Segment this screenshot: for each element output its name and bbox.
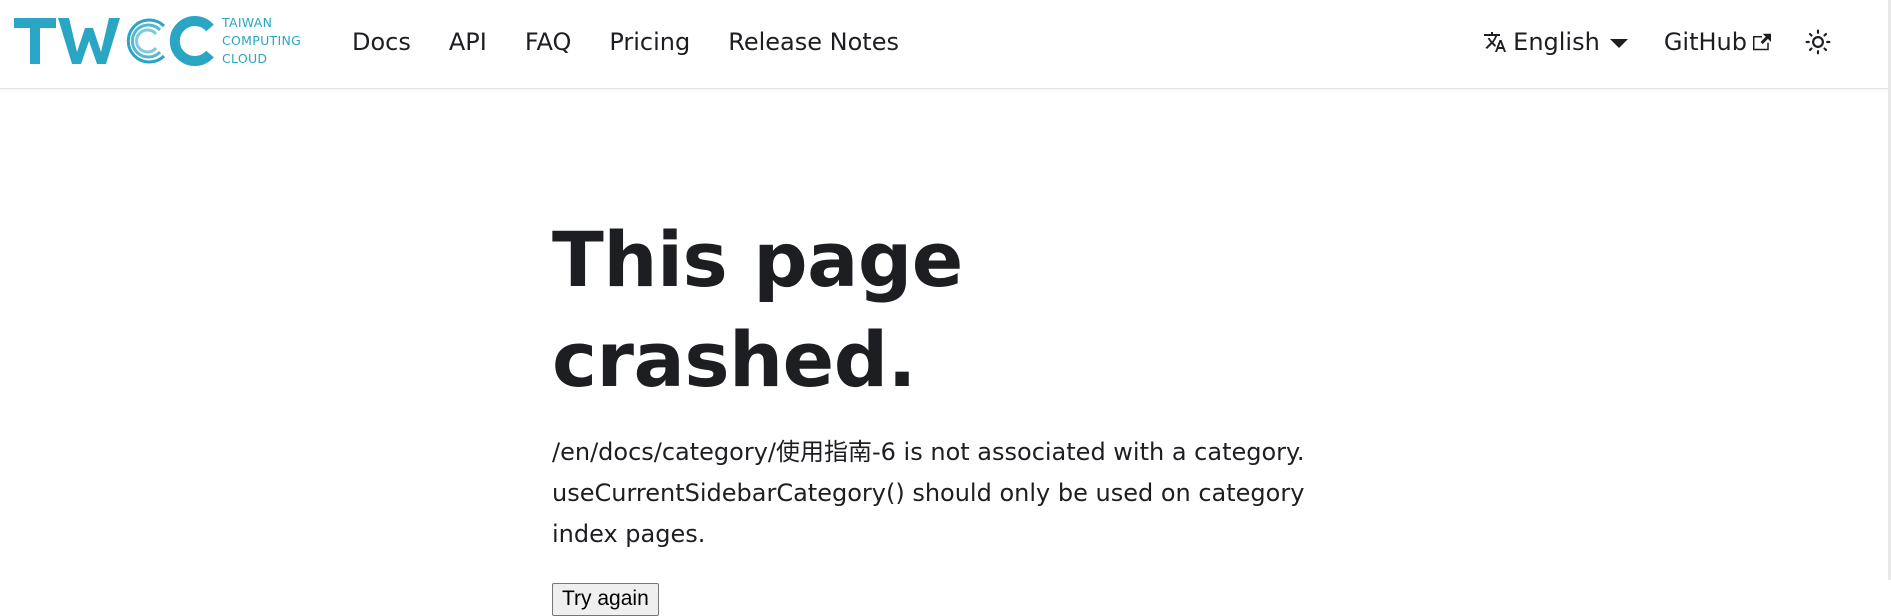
logo-text-line: CLOUD <box>222 51 268 66</box>
nav-links: Docs API FAQ Pricing Release Notes <box>352 0 937 84</box>
chevron-down-icon <box>1609 39 1628 48</box>
nav-link-pricing[interactable]: Pricing <box>609 28 690 56</box>
twcc-logo-mark <box>14 16 214 66</box>
language-label: English <box>1513 28 1600 56</box>
error-message: /en/docs/category/使用指南-6 is not associat… <box>552 438 1305 548</box>
nav-link-docs[interactable]: Docs <box>352 28 411 56</box>
twcc-logo[interactable]: TAIWAN COMPUTING CLOUD <box>14 14 301 68</box>
logo-text-line: TAIWAN <box>222 15 273 30</box>
logo-text: TAIWAN COMPUTING CLOUD <box>222 14 301 68</box>
nav-right: English GitHub <box>1483 0 1835 84</box>
theme-toggle-button[interactable] <box>1801 25 1835 59</box>
logo-text-line: COMPUTING <box>222 33 302 48</box>
external-link-icon <box>1753 33 1771 51</box>
navbar: TAIWAN COMPUTING CLOUD Docs API FAQ Pric… <box>0 0 1891 89</box>
nav-link-faq[interactable]: FAQ <box>525 28 572 56</box>
language-dropdown[interactable]: English <box>1483 28 1628 56</box>
page-title: This page crashed. <box>552 215 963 404</box>
github-link[interactable]: GitHub <box>1664 28 1771 56</box>
sun-icon <box>1805 29 1831 55</box>
nav-link-api[interactable]: API <box>449 28 487 56</box>
try-again-button[interactable]: Try again <box>552 583 659 616</box>
error-content: This page crashed. /en/docs/category/使用指… <box>552 210 1312 616</box>
translate-icon <box>1483 30 1507 54</box>
nav-link-release-notes[interactable]: Release Notes <box>728 28 899 56</box>
github-label: GitHub <box>1663 28 1747 56</box>
